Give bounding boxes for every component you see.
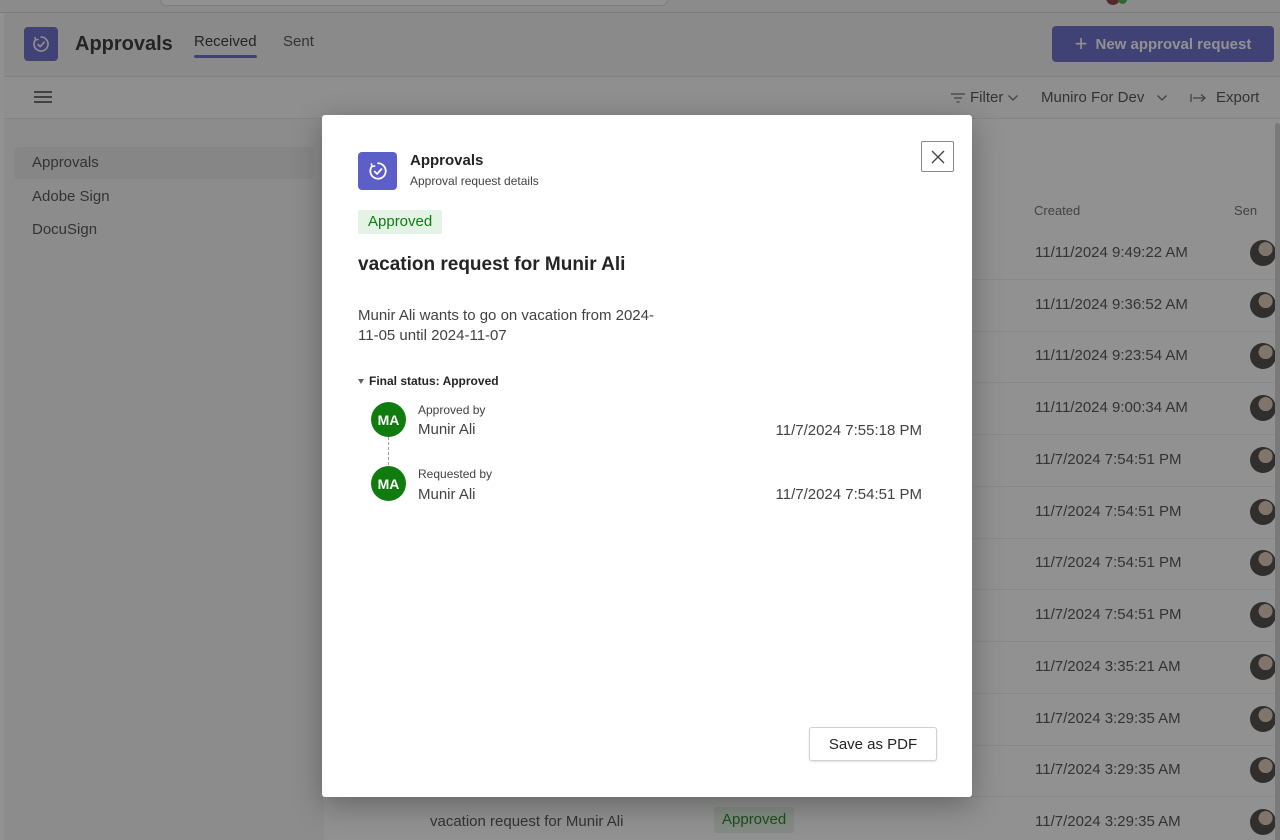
status-badge: Approved <box>358 210 443 234</box>
caret-down-icon <box>358 378 364 384</box>
dialog-app-name: Approvals <box>410 152 484 169</box>
final-status-label: Final status: Approved <box>369 374 499 388</box>
requested-time: 11/7/2024 7:54:51 PM <box>775 486 923 503</box>
request-description: Munir Ali wants to go on vacation from 2… <box>358 307 654 344</box>
request-title: vacation request for Munir Ali <box>358 254 626 275</box>
avatar: MA <box>371 466 406 501</box>
requested-by-label: Requested by <box>418 467 493 481</box>
final-status-toggle[interactable]: Final status: Approved <box>358 374 499 388</box>
approved-by-label: Approved by <box>418 403 486 417</box>
approver-name: Munir Ali <box>418 421 476 438</box>
timeline-connector <box>388 437 389 465</box>
close-icon <box>931 150 944 163</box>
save-as-pdf-button[interactable]: Save as PDF <box>809 727 937 761</box>
avatar: MA <box>371 402 406 437</box>
approved-time: 11/7/2024 7:55:18 PM <box>775 422 923 439</box>
close-button[interactable] <box>921 141 954 172</box>
dialog-subtitle: Approval request details <box>410 174 539 188</box>
approval-details-dialog: Approvals Approval request details Appro… <box>322 115 972 797</box>
approvals-logo-icon <box>358 152 397 190</box>
requester-name: Munir Ali <box>418 486 476 503</box>
